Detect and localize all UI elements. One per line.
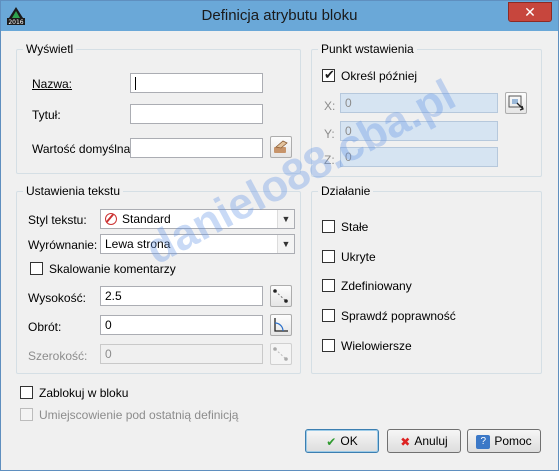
invisible-label: Ukryte (341, 250, 376, 264)
ok-button[interactable]: ✔ OK (305, 429, 379, 453)
cancel-icon: ✖ (400, 434, 411, 449)
default-value-label: Wartość domyślna: (32, 142, 134, 156)
text-settings-group-label: Ustawienia tekstu (23, 184, 124, 198)
title-input[interactable] (130, 104, 263, 124)
lock-in-block-checkbox[interactable] (20, 386, 33, 399)
help-icon: ? (476, 434, 491, 449)
pick-point-icon (508, 95, 524, 111)
z-input[interactable]: 0 (340, 147, 498, 167)
help-button[interactable]: ? Pomoc (467, 429, 541, 453)
chevron-down-icon[interactable]: ▼ (277, 235, 294, 253)
pick-height-button[interactable] (270, 285, 292, 307)
text-style-label: Styl tekstu: (28, 213, 87, 227)
width-input[interactable]: 0 (100, 344, 263, 364)
chevron-down-icon[interactable]: ▼ (277, 210, 294, 228)
preset-label: Zdefiniowany (341, 279, 412, 293)
insert-point-group-label: Punkt wstawienia (318, 42, 417, 56)
constant-label: Stałe (341, 220, 369, 234)
x-label: X: (324, 99, 336, 113)
field-icon (274, 140, 288, 153)
dialog-body: Wyświetl Nazwa: Tytuł: Wartość domyślna:… (8, 31, 551, 465)
annotative-label: Skalowanie komentarzy (49, 262, 176, 276)
specify-later-label: Określ później (341, 69, 418, 83)
title-label: Tytuł: (32, 108, 61, 122)
constant-checkbox[interactable] (322, 220, 335, 233)
lock-in-block-label: Zablokuj w bloku (39, 386, 129, 400)
close-button[interactable]: ✕ (508, 2, 552, 22)
width-label: Szerokość: (28, 349, 88, 363)
mode-group-label: Działanie (318, 184, 374, 198)
pick-distance-icon (273, 289, 288, 303)
annotative-checkbox[interactable] (30, 262, 43, 275)
title-bar[interactable]: 2016 Definicja atrybutu bloku ✕ (1, 1, 558, 31)
y-input[interactable]: 0 (340, 121, 498, 141)
text-cursor (135, 77, 136, 91)
name-input[interactable] (130, 73, 263, 93)
height-label: Wysokość: (28, 291, 86, 305)
preset-checkbox[interactable] (322, 279, 335, 292)
pick-distance-icon (273, 347, 288, 361)
x-input[interactable]: 0 (340, 93, 498, 113)
height-input[interactable]: 2.5 (100, 286, 263, 306)
multiline-label: Wielowiersze (341, 339, 412, 353)
alignment-select[interactable]: Lewa strona ▼ (100, 234, 295, 254)
checkmark-icon: ✔ (326, 434, 337, 449)
default-value-input[interactable] (130, 138, 263, 158)
y-label: Y: (324, 127, 335, 141)
pick-point-button[interactable] (505, 92, 527, 114)
multiline-checkbox[interactable] (322, 339, 335, 352)
text-style-icon (105, 213, 117, 225)
alignment-label: Wyrównanie: (28, 238, 98, 252)
invisible-checkbox[interactable] (322, 250, 335, 263)
align-below-label: Umiejscowienie pod ostatnią definicją (39, 408, 239, 422)
text-style-value: Standard (122, 212, 171, 226)
cancel-button[interactable]: ✖ Anuluj (387, 429, 461, 453)
check-icon: ✔ (324, 67, 335, 82)
z-label: Z: (324, 153, 335, 167)
text-style-select[interactable]: Standard ▼ (100, 209, 295, 229)
rotation-label: Obrót: (28, 320, 62, 334)
insert-field-button[interactable] (270, 136, 292, 158)
rotation-input[interactable]: 0 (100, 315, 263, 335)
name-label: Nazwa: (32, 77, 73, 91)
pick-rotation-button[interactable] (270, 314, 292, 336)
verify-checkbox[interactable] (322, 309, 335, 322)
close-icon: ✕ (524, 4, 536, 20)
display-group-label: Wyświetl (23, 42, 77, 56)
dialog-title: Definicja atrybutu bloku (201, 7, 358, 24)
verify-label: Sprawdź poprawność (341, 309, 456, 323)
alignment-value: Lewa strona (105, 237, 171, 251)
dialog-window: 2016 Definicja atrybutu bloku ✕ Wyświetl… (0, 0, 559, 471)
align-below-checkbox[interactable] (20, 408, 33, 421)
specify-later-checkbox[interactable]: ✔ (322, 67, 335, 82)
angle-icon (274, 318, 288, 332)
pick-width-button[interactable] (270, 343, 292, 365)
